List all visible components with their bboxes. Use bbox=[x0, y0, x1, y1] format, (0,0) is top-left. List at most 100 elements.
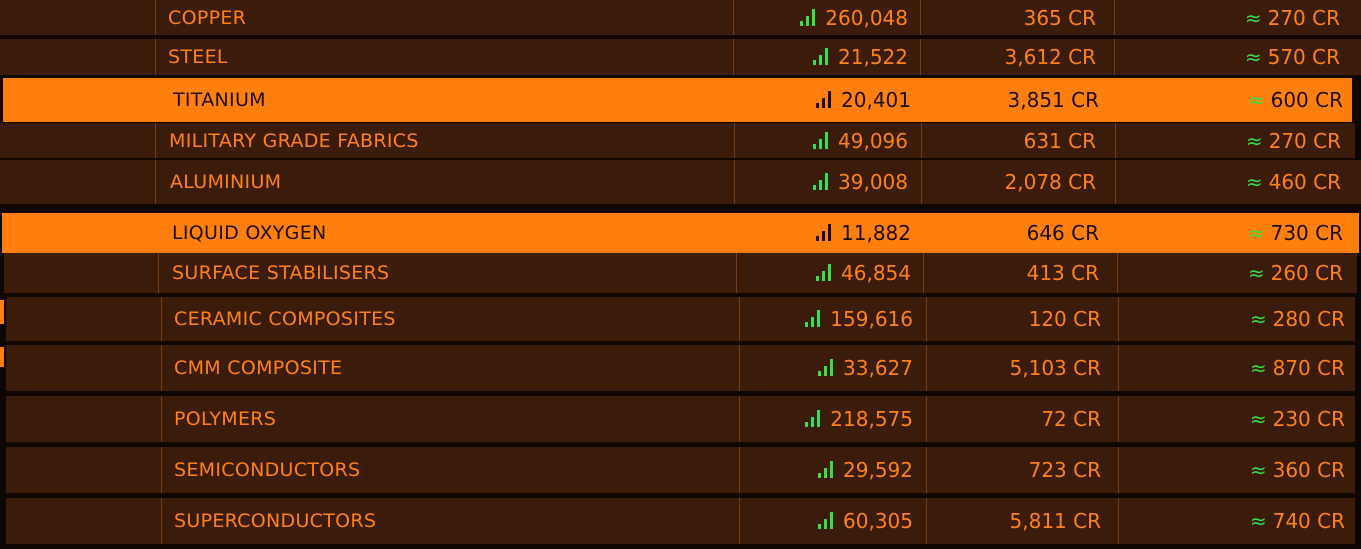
supply-value: 159,616 bbox=[830, 307, 913, 331]
supply-bar bbox=[830, 461, 834, 478]
commodity-supply: 159,616 bbox=[805, 307, 913, 331]
supply-bar bbox=[824, 468, 828, 478]
supply-bar bbox=[819, 55, 823, 65]
commodity-row[interactable]: ALUMINIUM 39,008 2,078 CR ≈460 CR bbox=[0, 160, 1361, 206]
commodity-row[interactable]: SURFACE STABILISERS 46,854 413 CR ≈260 CR bbox=[4, 253, 1357, 295]
commodity-price: 5,811 CR bbox=[1009, 509, 1101, 533]
supply-bar bbox=[812, 8, 816, 26]
commodity-price: 2,078 CR bbox=[1004, 170, 1096, 194]
supply-bar bbox=[806, 15, 810, 26]
supply-value: 33,627 bbox=[843, 356, 913, 380]
commodity-name: STEEL bbox=[168, 46, 228, 68]
commodity-name: CMM COMPOSITE bbox=[174, 357, 343, 379]
commodity-profit: ≈730 CR bbox=[1248, 221, 1343, 245]
column-divider bbox=[1117, 253, 1118, 293]
commodity-name: ALUMINIUM bbox=[170, 171, 282, 193]
commodity-name: COPPER bbox=[168, 6, 247, 29]
commodity-price: 646 CR bbox=[1026, 221, 1099, 245]
supply-bar bbox=[811, 417, 815, 427]
approx-icon: ≈ bbox=[1249, 407, 1267, 431]
column-divider bbox=[161, 447, 162, 493]
supply-bar bbox=[817, 310, 821, 327]
supply-value: 49,096 bbox=[838, 128, 908, 153]
commodity-name: LIQUID OXYGEN bbox=[172, 222, 327, 244]
column-divider bbox=[739, 498, 740, 544]
column-divider bbox=[1118, 498, 1119, 544]
column-divider bbox=[733, 39, 734, 75]
column-divider bbox=[1114, 39, 1115, 75]
supply-bar bbox=[818, 524, 822, 529]
column-divider bbox=[161, 498, 162, 544]
commodity-name: SUPERCONDUCTORS bbox=[174, 510, 377, 532]
supply-bar bbox=[828, 91, 832, 108]
supply-bar bbox=[818, 371, 822, 376]
profit-value: 570 CR bbox=[1267, 45, 1340, 69]
profit-value: 740 CR bbox=[1272, 509, 1345, 533]
commodity-row[interactable]: LIQUID OXYGEN 11,882 646 CR ≈730 CR bbox=[2, 213, 1359, 253]
supply-bar bbox=[805, 422, 809, 427]
approx-icon: ≈ bbox=[1245, 170, 1263, 194]
commodity-row[interactable]: STEEL 21,522 3,612 CR ≈570 CR bbox=[0, 39, 1361, 77]
supply-bar bbox=[813, 60, 817, 65]
column-divider bbox=[155, 39, 156, 75]
commodity-profit: ≈280 CR bbox=[1250, 307, 1345, 331]
commodity-price: 723 CR bbox=[1028, 458, 1101, 482]
supply-level-icon bbox=[800, 8, 817, 26]
commodity-row[interactable]: SEMICONDUCTORS 29,592 723 CR ≈360 CR bbox=[6, 447, 1355, 495]
commodity-profit: ≈570 CR bbox=[1245, 45, 1340, 69]
supply-bar bbox=[800, 20, 804, 26]
column-divider bbox=[161, 297, 162, 341]
supply-value: 39,008 bbox=[838, 170, 908, 194]
profit-value: 730 CR bbox=[1270, 221, 1343, 245]
supply-bar bbox=[816, 236, 820, 241]
commodity-price: 5,103 CR bbox=[1009, 356, 1101, 380]
commodity-row[interactable]: COPPER 260,048 365 CR ≈270 CR bbox=[0, 0, 1361, 37]
commodity-row[interactable]: CMM COMPOSITE 33,627 5,103 CR ≈870 CR bbox=[6, 345, 1355, 393]
profit-value: 460 CR bbox=[1268, 170, 1341, 194]
commodity-supply: 260,048 bbox=[800, 6, 908, 30]
supply-value: 29,592 bbox=[843, 458, 913, 482]
commodity-profit: ≈870 CR bbox=[1250, 356, 1345, 380]
commodity-row[interactable]: SUPERCONDUCTORS 60,305 5,811 CR ≈740 CR bbox=[6, 498, 1355, 546]
approx-icon: ≈ bbox=[1247, 88, 1265, 112]
supply-level-icon bbox=[805, 410, 822, 427]
supply-bar bbox=[830, 512, 834, 529]
commodity-supply: 20,401 bbox=[816, 88, 911, 112]
edge-highlight bbox=[0, 347, 4, 367]
commodity-price: 72 CR bbox=[1041, 407, 1101, 431]
commodity-supply: 39,008 bbox=[813, 170, 908, 194]
commodity-row[interactable]: POLYMERS 218,575 72 CR ≈230 CR bbox=[6, 396, 1355, 444]
commodity-row[interactable]: TITANIUM 20,401 3,851 CR ≈600 CR bbox=[3, 78, 1352, 122]
supply-value: 218,575 bbox=[830, 407, 913, 431]
commodity-name: SURFACE STABILISERS bbox=[172, 262, 390, 284]
profit-value: 600 CR bbox=[1270, 88, 1343, 112]
commodity-name: POLYMERS bbox=[174, 408, 277, 430]
supply-bar bbox=[822, 231, 826, 241]
commodity-row[interactable]: CERAMIC COMPOSITES 159,616 120 CR ≈280 CR bbox=[6, 297, 1355, 343]
column-divider bbox=[734, 160, 735, 204]
profit-value: 870 CR bbox=[1272, 356, 1345, 380]
commodity-supply: 29,592 bbox=[818, 458, 913, 482]
commodity-row[interactable]: MILITARY GRADE FABRICS 49,096 631 CR ≈270 C… bbox=[0, 123, 1355, 160]
approx-icon: ≈ bbox=[1247, 221, 1265, 245]
commodity-supply: 46,854 bbox=[816, 261, 911, 285]
supply-bar bbox=[824, 366, 828, 376]
supply-bar bbox=[819, 138, 823, 149]
commodity-profit: ≈360 CR bbox=[1250, 458, 1345, 482]
column-divider bbox=[739, 396, 740, 442]
supply-value: 46,854 bbox=[841, 261, 911, 285]
column-divider bbox=[926, 498, 927, 544]
supply-value: 11,882 bbox=[841, 221, 911, 245]
supply-bar bbox=[811, 317, 815, 327]
commodity-supply: 21,522 bbox=[813, 45, 908, 69]
commodity-supply: 49,096 bbox=[813, 129, 908, 153]
column-divider bbox=[926, 297, 927, 341]
supply-level-icon bbox=[813, 131, 830, 149]
supply-bar bbox=[825, 131, 829, 149]
profit-value: 260 CR bbox=[1270, 261, 1343, 285]
column-divider bbox=[921, 123, 922, 158]
supply-bar bbox=[818, 473, 822, 478]
column-divider bbox=[733, 0, 734, 35]
supply-bar bbox=[813, 143, 817, 149]
approx-icon: ≈ bbox=[1249, 307, 1267, 331]
